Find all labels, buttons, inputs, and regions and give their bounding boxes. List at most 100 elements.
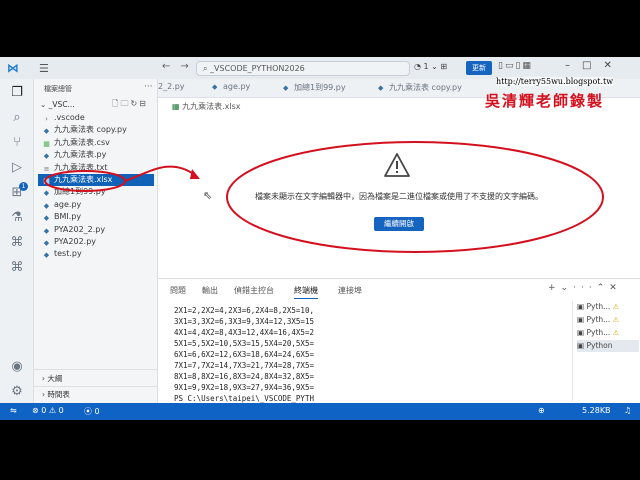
terminal-line: 2X1=2,2X2=4,2X3=6,2X4=8,2X5=10,: [174, 306, 314, 315]
more-actions-icon[interactable]: ···: [144, 82, 153, 92]
window-controls: –□✕: [565, 60, 624, 71]
tab-problems[interactable]: 問題: [170, 285, 186, 296]
terminal-instance[interactable]: ▣ Pyth... ⚠: [577, 327, 639, 339]
chevron-down-icon: ⌄: [431, 62, 438, 71]
warning-count: 0: [58, 406, 64, 415]
author-seal-watermark: 吳清輝老師錄製: [485, 92, 605, 110]
more-actions-icon[interactable]: ···: [573, 283, 597, 293]
file-item[interactable]: ▦ 九九乘法表.csv: [42, 137, 158, 149]
problems-indicator[interactable]: ⊗ 0 ⚠ 0: [32, 406, 64, 415]
workspace-folder-name: _VSC...: [48, 100, 75, 109]
refresh-icon[interactable]: ↻: [130, 99, 139, 108]
avatar[interactable]: ◉: [9, 359, 25, 375]
file-item[interactable]: ◆ age.py: [42, 199, 158, 211]
search-text: _VSCODE_PYTHON2026: [210, 64, 305, 73]
excel-file-icon: ▦: [172, 102, 183, 111]
file-item[interactable]: ◆ PYA202.py: [42, 236, 158, 248]
file-item[interactable]: ▦ 九九乘法表.xlsx: [38, 174, 154, 186]
add-terminal-icon[interactable]: +: [548, 283, 561, 293]
file-name: 九九乘法表.txt: [54, 162, 108, 172]
python-file-icon: ◆: [43, 127, 50, 136]
terminal-line: 6X1=6,6X2=12,6X3=18,6X4=24,6X5=: [174, 350, 314, 359]
maximize-panel-icon[interactable]: ⌃: [597, 283, 610, 293]
file-item[interactable]: ◆ 九九乘法表 copy.py: [42, 124, 158, 136]
back-arrow-icon[interactable]: ←: [162, 61, 180, 72]
toggle-panel-icon[interactable]: ▭: [505, 61, 516, 71]
outline-section[interactable]: › 大綱: [42, 373, 62, 384]
chevron-down-icon[interactable]: ⌄: [561, 283, 574, 293]
python-file-icon: ◆: [212, 83, 218, 91]
split-icon: ⊞: [440, 62, 448, 71]
source-control-icon[interactable]: ⑂: [9, 135, 25, 151]
gear-icon[interactable]: ⚙: [9, 384, 25, 400]
file-name: 九九乘法表.csv: [54, 137, 110, 147]
toggle-sidebar-icon[interactable]: ▯: [498, 61, 505, 71]
breadcrumb[interactable]: ▦ 九九乘法表.xlsx: [172, 101, 241, 112]
accounts-indicator[interactable]: ◔ 1 ⌄ ⊞: [414, 62, 447, 71]
tab-file[interactable]: 2_2.py: [158, 82, 185, 91]
workspace-folder[interactable]: ⌄ _VSC...: [40, 100, 75, 109]
close-panel-icon[interactable]: ✕: [609, 283, 622, 293]
terminal-line: 3X1=3,3X2=6,3X3=9,3X4=12,3X5=15: [174, 317, 314, 326]
terminal-instance[interactable]: ▣ Pyth... ⚠: [577, 314, 639, 326]
remote-icon[interactable]: ⇋: [10, 406, 17, 415]
terminal-instance[interactable]: ▣ Pyth... ⚠: [577, 301, 639, 313]
file-item[interactable]: ≡ 九九乘法表.txt: [42, 162, 158, 174]
collapse-all-icon[interactable]: ⊟: [139, 99, 148, 108]
maximize-icon[interactable]: □: [582, 60, 603, 71]
file-name: BMI.py: [54, 212, 82, 222]
panel-actions: +⌄···⌃✕: [548, 283, 622, 293]
file-name: 加總1到99.py: [54, 187, 106, 197]
terminal-line: 4X1=4,4X2=8,4X3=12,4X4=16,4X5=2: [174, 328, 314, 337]
tab-label: 2_2.py: [158, 82, 185, 91]
file-item[interactable]: ◆ test.py: [42, 248, 158, 260]
explorer-sidebar: 檔案總管 ··· ⌄ _VSC... 🗋🗀↻⊟ › .vscode ◆ 九九乘法表 c…: [34, 79, 158, 403]
zoom-icon[interactable]: ⊕: [538, 406, 545, 415]
excel-file-icon: ▦: [43, 177, 50, 185]
minimize-icon[interactable]: –: [565, 60, 582, 71]
file-item[interactable]: ◆ 加總1到99.py: [42, 186, 158, 198]
search-icon[interactable]: ⌕: [9, 110, 25, 126]
file-name: test.py: [54, 249, 82, 259]
customize-layout-icon[interactable]: ▦: [522, 61, 533, 71]
open-anyway-button[interactable]: 繼續開啟: [374, 217, 424, 231]
ports-icon[interactable]: ⦿ 0: [84, 406, 100, 417]
hamburger-menu-icon[interactable]: ☰: [39, 62, 49, 75]
run-debug-icon[interactable]: ▷: [9, 160, 25, 176]
tab-file[interactable]: ◆ 加總1到99.py: [283, 82, 346, 93]
python-file-icon: ◆: [43, 189, 50, 198]
python-icon[interactable]: ⌘: [9, 235, 25, 251]
file-name: PYA202_2.py: [54, 224, 106, 234]
file-item[interactable]: ◆ PYA202_2.py: [42, 224, 158, 236]
terminal-instance[interactable]: ▣ Python: [577, 340, 639, 352]
outline-label: 大綱: [47, 374, 63, 383]
update-button[interactable]: 更新: [466, 61, 492, 75]
file-item[interactable]: ◆ 九九乘法表.py: [42, 149, 158, 161]
terminal-output[interactable]: 2X1=2,2X2=4,2X3=6,2X4=8,2X5=10, 3X1=3,3X2…: [174, 305, 570, 404]
terminal-name: Python: [586, 341, 613, 350]
new-folder-icon[interactable]: 🗀: [120, 99, 130, 108]
activity-bar: ❐ ⌕ ⑂ ▷ ⊞ 1 ⚗ ⌘ ⌘ ◉ ⚙: [0, 79, 34, 403]
tab-debug-console[interactable]: 偵錯主控台: [234, 285, 274, 296]
tab-ports[interactable]: 連接埠: [338, 285, 362, 296]
explorer-icon[interactable]: ❐: [9, 85, 25, 101]
file-name: 九九乘法表 copy.py: [54, 125, 127, 135]
file-item[interactable]: ◆ BMI.py: [42, 211, 158, 223]
notifications-icon[interactable]: ♫: [624, 406, 631, 415]
timeline-section[interactable]: › 時間表: [42, 389, 70, 400]
tab-file[interactable]: ◆ age.py: [212, 82, 250, 91]
python-env-icon[interactable]: ⌘: [9, 260, 25, 276]
tab-file[interactable]: ◆ 九九乘法表 copy.py: [378, 82, 462, 93]
testing-icon[interactable]: ⚗: [9, 210, 25, 226]
layout-controls: ▯▭▯▦: [498, 61, 533, 71]
search-icon: ⌕: [203, 64, 211, 73]
warning-icon: ⚠: [48, 406, 57, 415]
tab-output[interactable]: 輸出: [202, 285, 218, 296]
close-icon[interactable]: ✕: [603, 60, 623, 71]
python-file-icon: ◆: [43, 214, 50, 223]
blog-url-watermark: http://terry55wu.blogspot.tw: [496, 77, 614, 86]
file-item[interactable]: › .vscode: [42, 112, 158, 124]
tab-terminal[interactable]: 終端機: [294, 285, 318, 299]
command-center-search[interactable]: ⌕ _VSCODE_PYTHON2026: [196, 61, 410, 76]
terminal-line: 7X1=7,7X2=14,7X3=21,7X4=28,7X5=: [174, 361, 314, 370]
